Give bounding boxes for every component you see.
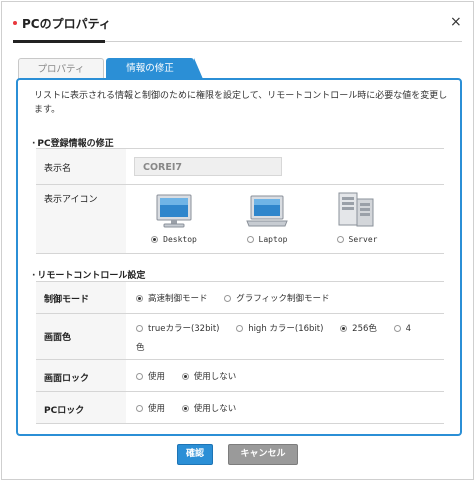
fast-control-label: 高速制御モード (148, 294, 208, 304)
radio-icon (136, 295, 143, 302)
icon-label-cell: 表示アイコン (36, 185, 126, 253)
desktop-monitor-icon (156, 194, 192, 228)
pc-lock-label: PCロック (44, 406, 85, 416)
edit-info-panel: リストに表示される情報と制御のために権限を設定して、リモートコントロール時に必要… (16, 78, 462, 436)
radio-icon (393, 325, 401, 332)
radio-icon (246, 236, 254, 243)
icon-option-server[interactable]: Server (322, 191, 392, 247)
screen-lock-use-radio[interactable]: 使用 (136, 370, 165, 382)
pc-lock-use-radio[interactable]: 使用 (136, 402, 165, 414)
tab-edit-info[interactable]: 情報の修正 (106, 58, 203, 79)
pc-lock-options: 使用 使用しない (136, 402, 250, 414)
radio-icon (236, 325, 244, 332)
color-32bit-label: trueカラー(32bit) (148, 324, 220, 334)
name-label-cell: 表示名 (36, 149, 126, 184)
confirm-button[interactable]: 確認 (177, 444, 213, 465)
icon-option-laptop[interactable]: Laptop (232, 191, 302, 247)
graphic-control-radio[interactable]: グラフィック制御モード (224, 292, 330, 304)
cancel-button[interactable]: キャンセル (228, 444, 298, 465)
close-icon[interactable]: × (450, 15, 462, 29)
color-options: trueカラー(32bit) high カラー(16bit) 256色 4 (136, 322, 411, 334)
dialog-title-bar: PCのプロパティ × (2, 2, 473, 46)
radio-icon (136, 373, 143, 380)
laptop-radio[interactable]: Laptop (232, 235, 302, 244)
tab-properties[interactable]: プロパティ (18, 58, 104, 79)
pc-lock-row: PCロック 使用 使用しない (36, 392, 444, 424)
display-name-input[interactable]: COREI7 (134, 157, 282, 176)
control-mode-label-cell: 制御モード (36, 282, 126, 313)
title-underline (13, 40, 105, 43)
control-mode-options: 高速制御モード グラフィック制御モード (136, 292, 344, 304)
control-mode-label: 制御モード (44, 295, 90, 305)
laptop-label: Laptop (258, 235, 288, 244)
radio-icon (181, 373, 189, 380)
screen-lock-label: 画面ロック (44, 374, 90, 384)
server-radio[interactable]: Server (322, 235, 392, 244)
color-4-radio[interactable]: 4 (393, 324, 412, 334)
screen-lock-nouse-radio[interactable]: 使用しない (181, 370, 237, 382)
screen-lock-nouse-label: 使用しない (193, 372, 237, 382)
server-icon (338, 192, 374, 227)
color-32bit-radio[interactable]: trueカラー(32bit) (136, 322, 219, 334)
title-dot-icon (13, 21, 17, 25)
name-row: 表示名 COREI7 (36, 149, 444, 185)
icon-label: 表示アイコン (44, 195, 98, 205)
screen-lock-use-label: 使用 (148, 372, 166, 382)
radio-icon (136, 325, 143, 332)
screen-lock-options: 使用 使用しない (136, 370, 250, 382)
screen-lock-row: 画面ロック 使用 使用しない (36, 360, 444, 392)
remote-settings-table: 制御モード 高速制御モード グラフィック制御モード 画面色 trueカラー(32… (36, 281, 444, 424)
pc-lock-use-label: 使用 (148, 404, 166, 414)
color-label-cell: 画面色 (36, 314, 126, 359)
color-16bit-label: high カラー(16bit) (248, 324, 324, 334)
remote-section-title: · リモートコントロール設定 (32, 271, 146, 281)
graphic-control-label: グラフィック制御モード (236, 294, 330, 304)
color-label: 画面色 (44, 333, 72, 343)
radio-icon (136, 405, 143, 412)
name-label: 表示名 (44, 164, 72, 174)
color-256-radio[interactable]: 256色 (340, 322, 377, 334)
radio-icon (151, 236, 159, 243)
dialog-title: PCのプロパティ (22, 17, 111, 31)
color-16bit-radio[interactable]: high カラー(16bit) (236, 322, 323, 334)
server-label: Server (348, 235, 378, 244)
radio-icon (336, 236, 344, 243)
color-4-label: 4 (405, 324, 412, 334)
radio-icon (224, 295, 232, 302)
radio-icon (181, 405, 189, 412)
title-divider (105, 41, 462, 42)
remote-section-title-text: リモートコントロール設定 (37, 271, 146, 281)
fast-control-radio[interactable]: 高速制御モード (136, 292, 208, 304)
icon-option-desktop[interactable]: Desktop (139, 191, 209, 247)
pc-lock-nouse-label: 使用しない (193, 404, 237, 414)
pc-info-table: 表示名 COREI7 表示アイコン Desktop Laptop Server (36, 148, 444, 254)
panel-description: リストに表示される情報と制御のために権限を設定して、リモートコントロール時に必要… (34, 91, 448, 115)
pc-lock-label-cell: PCロック (36, 392, 126, 423)
color-256-label: 256色 (352, 324, 377, 334)
desktop-radio[interactable]: Desktop (139, 235, 209, 244)
control-mode-row: 制御モード 高速制御モード グラフィック制御モード (36, 282, 444, 314)
pc-lock-nouse-radio[interactable]: 使用しない (181, 402, 237, 414)
color-row: 画面色 trueカラー(32bit) high カラー(16bit) 256色 … (36, 314, 444, 360)
desktop-label: Desktop (163, 235, 197, 244)
laptop-icon (246, 195, 288, 227)
pc-properties-dialog: PCのプロパティ × プロパティ 情報の修正 リストに表示される情報と制御のため… (1, 1, 474, 480)
screen-lock-label-cell: 画面ロック (36, 360, 126, 391)
radio-icon (340, 325, 348, 332)
icon-row: 表示アイコン Desktop Laptop Server (36, 185, 444, 254)
color-wrap-text: 色 (136, 343, 145, 353)
